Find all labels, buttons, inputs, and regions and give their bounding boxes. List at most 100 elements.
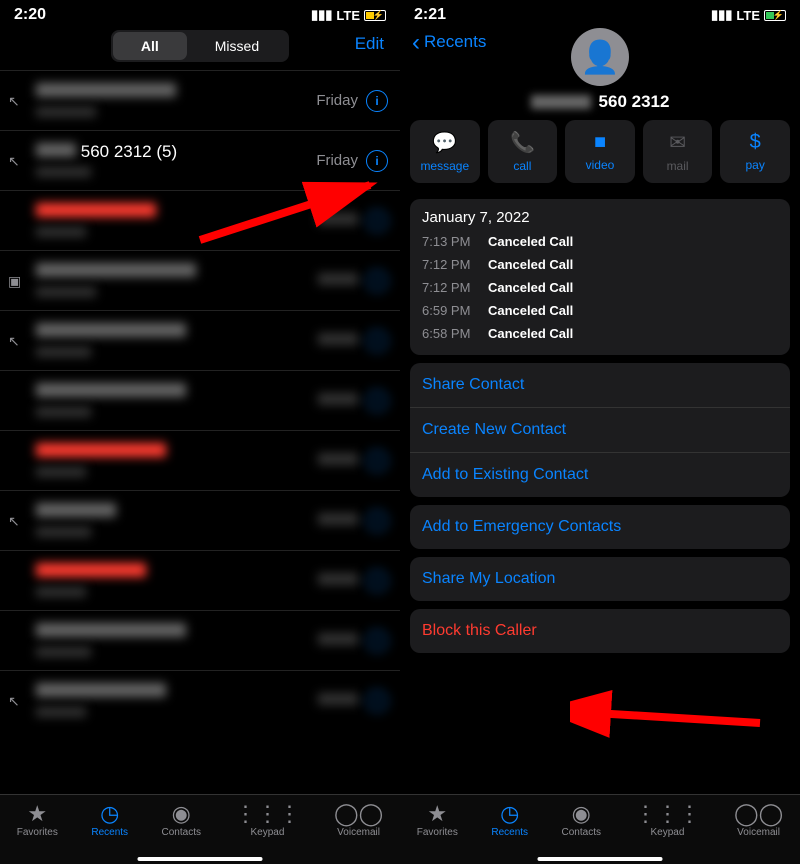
outgoing-call-icon: ↖: [8, 693, 20, 710]
info-icon[interactable]: i: [366, 270, 388, 292]
call-log-row: 6:58 PMCanceled Call: [422, 322, 778, 345]
outgoing-call-icon: ↖: [8, 333, 20, 350]
battery-icon: ⚡: [764, 10, 786, 21]
contact-icon: ◉: [572, 803, 591, 825]
message-button[interactable]: 💬message: [410, 120, 480, 183]
call-log-row: 6:59 PMCanceled Call: [422, 299, 778, 322]
call-log-row: 7:12 PMCanceled Call: [422, 253, 778, 276]
call-date: Friday: [316, 152, 358, 169]
recent-row[interactable]: i: [0, 190, 400, 250]
info-icon[interactable]: i: [366, 690, 388, 712]
annotation-arrow: [570, 688, 770, 738]
contact-sub-redacted: [36, 166, 316, 180]
segment-all[interactable]: All: [113, 32, 187, 60]
recent-row[interactable]: i: [0, 370, 400, 430]
call-log-row: 7:12 PMCanceled Call: [422, 276, 778, 299]
recent-row[interactable]: i: [0, 610, 400, 670]
recent-row[interactable]: i: [0, 430, 400, 490]
phone-icon: 📞: [510, 130, 535, 155]
status-bar: 2:21 ▮▮▮ LTE ⚡: [400, 0, 800, 26]
tab-recents[interactable]: ◷Recents: [91, 803, 128, 838]
share-location-option[interactable]: Share My Location: [410, 557, 790, 601]
info-icon[interactable]: i: [366, 510, 388, 532]
signal-icon: ▮▮▮: [311, 7, 332, 23]
contact-number: 560 2312: [531, 92, 670, 112]
contact-name-redacted: [36, 82, 316, 102]
contact-sub-redacted: [36, 106, 316, 120]
outgoing-call-icon: ↖: [8, 153, 20, 170]
info-icon[interactable]: i: [366, 390, 388, 412]
tab-contacts[interactable]: ◉Contacts: [162, 803, 201, 838]
info-icon[interactable]: i: [366, 450, 388, 472]
status-time: 2:20: [14, 6, 46, 24]
signal-icon: ▮▮▮: [711, 7, 732, 23]
tab-keypad[interactable]: ⋮⋮⋮Keypad: [234, 803, 300, 838]
recent-row[interactable]: ↖ i: [0, 490, 400, 550]
info-icon[interactable]: i: [366, 210, 388, 232]
recent-row[interactable]: ↖ Friday i: [0, 70, 400, 130]
video-call-icon: ▣: [8, 273, 21, 290]
add-existing-option[interactable]: Add to Existing Contact: [410, 452, 790, 497]
tab-bar: ★Favorites ◷Recents ◉Contacts ⋮⋮⋮Keypad …: [400, 794, 800, 864]
add-emergency-option[interactable]: Add to Emergency Contacts: [410, 505, 790, 549]
contact-name: 560 2312 (5): [36, 142, 316, 162]
pay-button[interactable]: $pay: [720, 120, 790, 183]
outgoing-call-icon: ↖: [8, 513, 20, 530]
home-indicator[interactable]: [138, 857, 263, 861]
info-icon[interactable]: i: [366, 570, 388, 592]
info-icon[interactable]: i: [366, 90, 388, 112]
avatar: 👤: [571, 28, 629, 86]
video-button[interactable]: ■video: [565, 120, 635, 183]
number-prefix-redacted: [531, 95, 591, 109]
block-caller-option[interactable]: Block this Caller: [410, 609, 790, 653]
message-icon: 💬: [432, 130, 457, 155]
call-button[interactable]: 📞call: [488, 120, 558, 183]
call-date-redacted: [318, 212, 358, 229]
recent-row[interactable]: ↖ i: [0, 670, 400, 730]
tab-recents[interactable]: ◷Recents: [491, 803, 528, 838]
voicemail-icon: ◯◯: [734, 803, 783, 825]
recents-list[interactable]: ↖ Friday i ↖ 560 2312 (5) Friday i i ▣: [0, 70, 400, 790]
contact-icon: ◉: [172, 803, 191, 825]
block-card: Block this Caller: [410, 609, 790, 653]
tab-voicemail[interactable]: ◯◯Voicemail: [734, 803, 783, 838]
edit-button[interactable]: Edit: [355, 34, 384, 54]
segmented-control[interactable]: All Missed: [111, 30, 289, 62]
segmented-header: All Missed Edit: [0, 26, 400, 70]
info-icon[interactable]: i: [366, 150, 388, 172]
recent-row[interactable]: i: [0, 550, 400, 610]
info-icon[interactable]: i: [366, 630, 388, 652]
create-contact-option[interactable]: Create New Contact: [410, 407, 790, 452]
recent-row[interactable]: ↖ i: [0, 310, 400, 370]
back-button[interactable]: Recents: [424, 32, 486, 52]
mail-icon: ✉: [669, 130, 686, 155]
star-icon: ★: [27, 803, 47, 825]
recent-row[interactable]: ▣ i: [0, 250, 400, 310]
call-log-card: January 7, 2022 7:13 PMCanceled Call 7:1…: [410, 199, 790, 355]
call-log-date: January 7, 2022: [422, 209, 778, 226]
outgoing-call-icon: ↖: [8, 93, 20, 110]
mail-button: ✉mail: [643, 120, 713, 183]
recent-row-target[interactable]: ↖ 560 2312 (5) Friday i: [0, 130, 400, 190]
status-right: ▮▮▮ LTE ⚡: [711, 7, 786, 23]
tab-favorites[interactable]: ★Favorites: [417, 803, 458, 838]
segment-missed[interactable]: Missed: [187, 32, 287, 60]
pay-icon: $: [750, 131, 761, 154]
status-time: 2:21: [414, 6, 446, 24]
info-icon[interactable]: i: [366, 330, 388, 352]
tab-favorites[interactable]: ★Favorites: [17, 803, 58, 838]
tab-contacts[interactable]: ◉Contacts: [562, 803, 601, 838]
share-contact-option[interactable]: Share Contact: [410, 363, 790, 407]
contact-detail-screen: 2:21 ▮▮▮ LTE ⚡ ‹ Recents 👤 560 2312 💬mes…: [400, 0, 800, 864]
home-indicator[interactable]: [538, 857, 663, 861]
tab-voicemail[interactable]: ◯◯Voicemail: [334, 803, 383, 838]
status-right: ▮▮▮ LTE ⚡: [311, 7, 386, 23]
tab-keypad[interactable]: ⋮⋮⋮Keypad: [634, 803, 700, 838]
person-icon: 👤: [580, 38, 620, 76]
tab-bar: ★Favorites ◷Recents ◉Contacts ⋮⋮⋮Keypad …: [0, 794, 400, 864]
action-buttons: 💬message 📞call ■video ✉mail $pay: [400, 112, 800, 191]
location-card: Share My Location: [410, 557, 790, 601]
keypad-icon: ⋮⋮⋮: [634, 803, 700, 825]
back-chevron-icon[interactable]: ‹: [412, 34, 420, 51]
network-label: LTE: [336, 8, 360, 23]
